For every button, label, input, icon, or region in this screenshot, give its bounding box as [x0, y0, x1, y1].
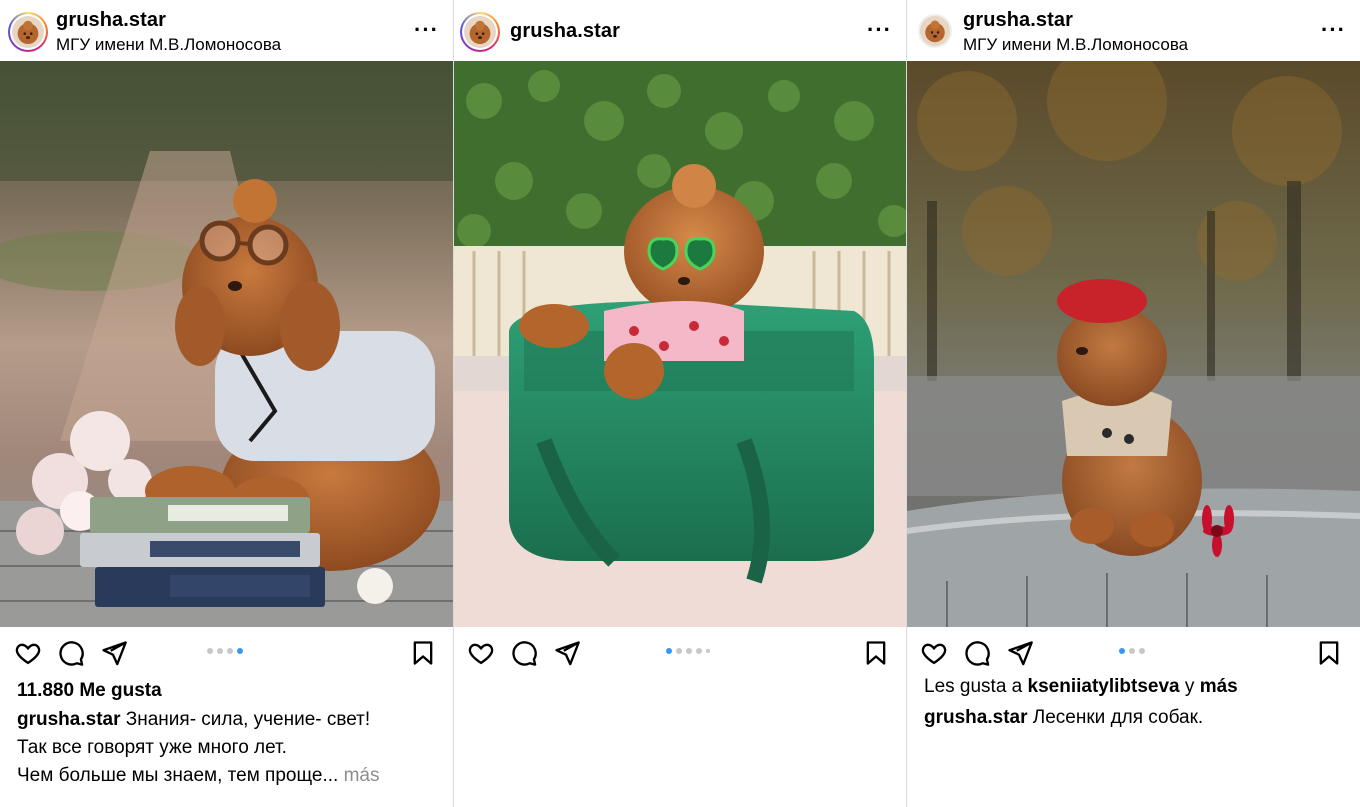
post-card: grusha.star МГУ имени М.В.Ломоносова ···	[0, 0, 453, 807]
more-link[interactable]: más	[344, 765, 380, 786]
heart-icon[interactable]	[467, 639, 495, 667]
liker-username[interactable]: kseniiatylibtseva	[1028, 676, 1180, 697]
location[interactable]: МГУ имени М.В.Ломоносова	[56, 35, 281, 55]
carousel-dot	[696, 648, 702, 654]
send-icon[interactable]	[1006, 639, 1034, 667]
carousel-dot	[686, 648, 692, 654]
carousel-dot	[217, 648, 223, 654]
post-header: grusha.star ···	[454, 0, 906, 61]
send-icon[interactable]	[553, 639, 581, 667]
username[interactable]: grusha.star	[963, 9, 1073, 32]
bookmark-icon[interactable]	[862, 639, 890, 667]
carousel-dot-active	[1119, 648, 1125, 654]
caption: grusha.star Лесенки для собак.	[924, 704, 1350, 732]
carousel-indicator	[666, 647, 710, 655]
carousel-dot	[1129, 648, 1135, 654]
comment-icon[interactable]	[963, 639, 991, 667]
carousel-dot	[227, 648, 233, 654]
caption: grusha.star Знания- сила, учение- свет! …	[17, 706, 443, 790]
caption-text: Так все говорят уже много лет.	[17, 737, 287, 758]
likes-prefix: Les gusta a	[924, 676, 1023, 697]
poodle-beret-image	[907, 61, 1360, 627]
poodle-books-image	[0, 61, 453, 627]
likes-count[interactable]: 11.880 Me gusta	[17, 680, 162, 702]
carousel-dot	[676, 648, 682, 654]
post-card: grusha.star МГУ имени М.В.Ломоносова ···	[907, 0, 1360, 807]
post-actions	[454, 633, 906, 673]
username[interactable]: grusha.star	[56, 9, 166, 32]
comment-icon[interactable]	[57, 639, 85, 667]
post-photo[interactable]	[454, 61, 906, 627]
avatar[interactable]	[918, 14, 952, 48]
carousel-dot-active	[666, 648, 672, 654]
more-options-button[interactable]: ···	[867, 19, 892, 41]
poodle-bag-image	[454, 61, 906, 627]
caption-text: Лесенки для собак.	[1032, 707, 1204, 728]
carousel-indicator	[1119, 647, 1145, 655]
heart-icon[interactable]	[14, 639, 42, 667]
send-icon[interactable]	[100, 639, 128, 667]
likes-mid: y	[1184, 676, 1195, 697]
post-card: grusha.star ···	[454, 0, 906, 807]
caption-username[interactable]: grusha.star	[924, 707, 1027, 728]
heart-icon[interactable]	[920, 639, 948, 667]
comment-icon[interactable]	[510, 639, 538, 667]
post-header: grusha.star МГУ имени М.В.Ломоносова ···	[907, 0, 1360, 61]
carousel-dot	[706, 649, 710, 653]
bookmark-icon[interactable]	[1315, 639, 1343, 667]
location[interactable]: МГУ имени М.В.Ломоносова	[963, 35, 1188, 55]
username[interactable]: grusha.star	[510, 20, 620, 43]
dog-avatar-icon	[464, 16, 496, 48]
more-options-button[interactable]: ···	[1321, 19, 1346, 41]
post-actions	[0, 633, 453, 673]
carousel-indicator	[207, 647, 243, 655]
carousel-dot-active	[237, 648, 243, 654]
bookmark-icon[interactable]	[409, 639, 437, 667]
dog-avatar-icon	[12, 16, 44, 48]
post-photo[interactable]	[0, 61, 453, 627]
dog-avatar-icon	[920, 16, 950, 46]
caption-username[interactable]: grusha.star	[17, 709, 120, 730]
likes-summary: Les gusta a kseniiatylibtseva y más	[924, 676, 1238, 698]
carousel-dot	[1139, 648, 1145, 654]
post-actions	[907, 633, 1360, 673]
likes-more-link[interactable]: más	[1200, 676, 1238, 697]
carousel-dot	[207, 648, 213, 654]
post-photo[interactable]	[907, 61, 1360, 627]
more-options-button[interactable]: ···	[414, 19, 439, 41]
avatar[interactable]	[460, 12, 500, 52]
post-header: grusha.star МГУ имени М.В.Ломоносова ···	[0, 0, 453, 61]
caption-text: Чем больше мы знаем, тем проще...	[17, 765, 339, 786]
avatar[interactable]	[8, 12, 48, 52]
caption-text: Знания- сила, учение- свет!	[125, 709, 371, 730]
